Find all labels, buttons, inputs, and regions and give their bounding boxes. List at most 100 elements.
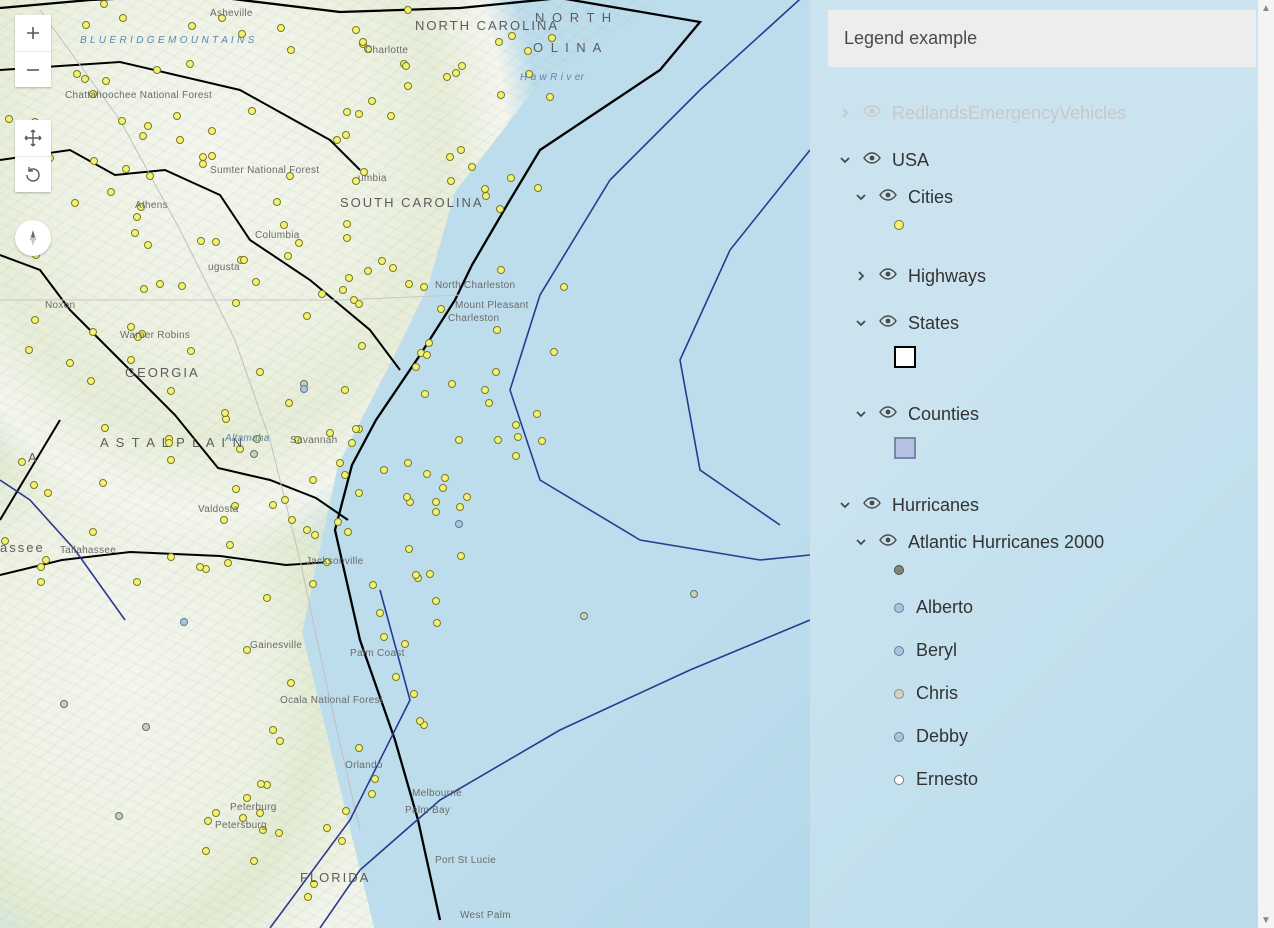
expand-toggle[interactable]: [838, 495, 852, 516]
hurricane-point[interactable]: [300, 385, 308, 393]
city-point[interactable]: [102, 77, 110, 85]
expand-toggle[interactable]: [838, 150, 852, 171]
layer-row-cities[interactable]: Cities: [828, 179, 1256, 216]
city-point[interactable]: [220, 516, 228, 524]
city-point[interactable]: [101, 424, 109, 432]
city-point[interactable]: [494, 436, 502, 444]
city-point[interactable]: [512, 421, 520, 429]
city-point[interactable]: [426, 570, 434, 578]
city-point[interactable]: [525, 70, 533, 78]
compass-button[interactable]: [15, 220, 51, 256]
city-point[interactable]: [412, 363, 420, 371]
city-point[interactable]: [259, 826, 267, 834]
city-point[interactable]: [497, 91, 505, 99]
city-point[interactable]: [90, 157, 98, 165]
expand-toggle[interactable]: [854, 532, 868, 553]
city-point[interactable]: [253, 435, 261, 443]
city-point[interactable]: [232, 485, 240, 493]
city-point[interactable]: [341, 471, 349, 479]
city-point[interactable]: [355, 110, 363, 118]
expand-toggle[interactable]: [854, 266, 868, 287]
layer-row-counties[interactable]: Counties: [828, 396, 1256, 433]
city-point[interactable]: [286, 172, 294, 180]
hurricane-point[interactable]: [690, 590, 698, 598]
city-point[interactable]: [256, 368, 264, 376]
city-point[interactable]: [437, 305, 445, 313]
expand-toggle[interactable]: [854, 404, 868, 425]
city-point[interactable]: [538, 437, 546, 445]
hurricane-point[interactable]: [142, 723, 150, 731]
city-point[interactable]: [457, 552, 465, 560]
city-point[interactable]: [167, 553, 175, 561]
city-point[interactable]: [273, 198, 281, 206]
city-point[interactable]: [89, 528, 97, 536]
city-point[interactable]: [226, 541, 234, 549]
city-point[interactable]: [401, 640, 409, 648]
city-point[interactable]: [456, 503, 464, 511]
rotate-button[interactable]: [15, 156, 51, 192]
city-point[interactable]: [548, 34, 556, 42]
city-point[interactable]: [343, 220, 351, 228]
city-point[interactable]: [533, 410, 541, 418]
city-point[interactable]: [81, 75, 89, 83]
city-point[interactable]: [410, 690, 418, 698]
city-point[interactable]: [507, 174, 515, 182]
city-point[interactable]: [66, 359, 74, 367]
hurricane-point[interactable]: [115, 812, 123, 820]
city-point[interactable]: [133, 578, 141, 586]
city-point[interactable]: [441, 474, 449, 482]
visibility-toggle[interactable]: [878, 530, 898, 555]
city-point[interactable]: [196, 563, 204, 571]
city-point[interactable]: [323, 824, 331, 832]
pan-button[interactable]: [15, 120, 51, 156]
city-point[interactable]: [481, 185, 489, 193]
city-point[interactable]: [323, 558, 331, 566]
visibility-toggle[interactable]: [862, 493, 882, 518]
city-point[interactable]: [447, 177, 455, 185]
layer-row-usa[interactable]: USA: [828, 142, 1256, 179]
city-point[interactable]: [304, 893, 312, 901]
city-point[interactable]: [31, 316, 39, 324]
city-point[interactable]: [423, 470, 431, 478]
visibility-toggle[interactable]: [878, 311, 898, 336]
city-point[interactable]: [18, 458, 26, 466]
city-point[interactable]: [186, 60, 194, 68]
layer-row-atl2000[interactable]: Atlantic Hurricanes 2000: [828, 524, 1256, 561]
city-point[interactable]: [420, 283, 428, 291]
page-scrollbar[interactable]: ▲ ▼: [1258, 0, 1274, 928]
city-point[interactable]: [295, 239, 303, 247]
city-point[interactable]: [468, 163, 476, 171]
city-point[interactable]: [281, 496, 289, 504]
city-point[interactable]: [355, 489, 363, 497]
city-point[interactable]: [277, 24, 285, 32]
city-point[interactable]: [344, 528, 352, 536]
scroll-up-icon[interactable]: ▲: [1258, 0, 1274, 16]
city-point[interactable]: [405, 545, 413, 553]
city-point[interactable]: [276, 737, 284, 745]
city-point[interactable]: [212, 238, 220, 246]
city-point[interactable]: [359, 38, 367, 46]
city-point[interactable]: [380, 466, 388, 474]
city-point[interactable]: [433, 619, 441, 627]
hurricane-point[interactable]: [455, 520, 463, 528]
visibility-toggle[interactable]: [878, 185, 898, 210]
city-point[interactable]: [364, 267, 372, 275]
city-point[interactable]: [204, 817, 212, 825]
city-point[interactable]: [294, 436, 302, 444]
city-point[interactable]: [73, 70, 81, 78]
city-point[interactable]: [188, 22, 196, 30]
city-point[interactable]: [463, 493, 471, 501]
city-point[interactable]: [512, 452, 520, 460]
city-point[interactable]: [423, 351, 431, 359]
hurricane-point[interactable]: [60, 700, 68, 708]
city-point[interactable]: [455, 436, 463, 444]
city-point[interactable]: [550, 348, 558, 356]
city-point[interactable]: [421, 390, 429, 398]
city-point[interactable]: [275, 829, 283, 837]
city-point[interactable]: [232, 299, 240, 307]
city-point[interactable]: [288, 516, 296, 524]
city-point[interactable]: [481, 386, 489, 394]
expand-toggle[interactable]: [854, 313, 868, 334]
city-point[interactable]: [493, 326, 501, 334]
city-point[interactable]: [392, 673, 400, 681]
